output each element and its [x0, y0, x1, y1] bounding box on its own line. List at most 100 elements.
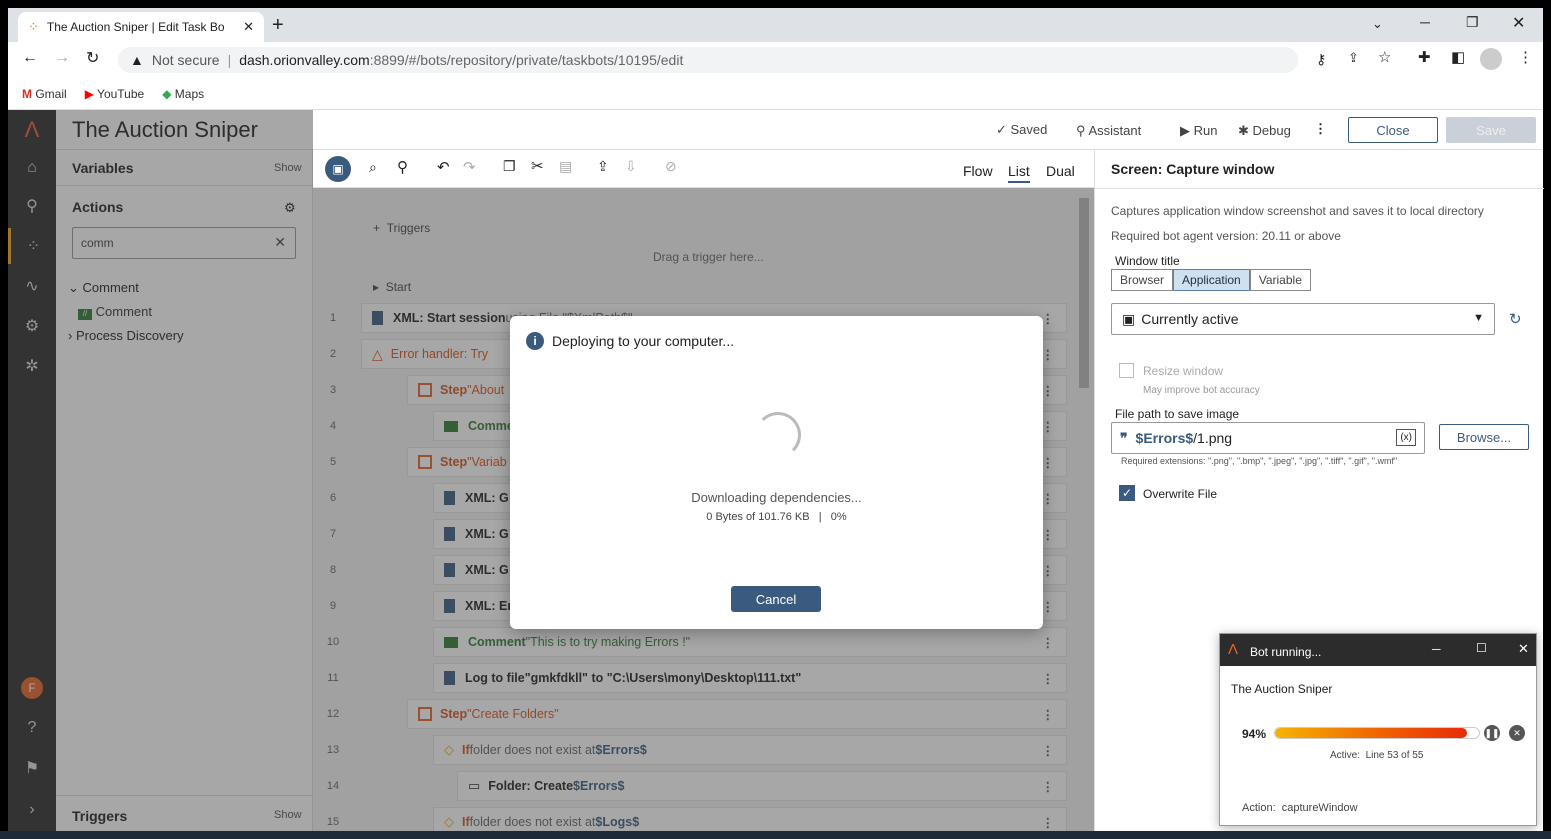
download-status: Downloading dependencies...: [691, 490, 862, 505]
dialog-title: Deploying to your computer...: [552, 333, 735, 349]
saved-status: ✓ Saved: [996, 122, 1048, 137]
bot-action: Action: captureWindow: [1242, 802, 1358, 814]
redo-icon[interactable]: ↷: [463, 158, 476, 176]
record-icon[interactable]: ▣: [325, 156, 351, 182]
bot-window-title: Bot running...: [1250, 645, 1322, 659]
seg-application[interactable]: Application: [1173, 269, 1250, 291]
quote-icon: ❞: [1120, 429, 1128, 446]
stop-icon[interactable]: ✕: [1509, 725, 1525, 741]
tab-flow[interactable]: Flow: [963, 163, 993, 179]
close-icon[interactable]: ✕: [1518, 641, 1529, 657]
assistant-icon: ⚲: [1076, 123, 1086, 138]
paste-icon[interactable]: ▤: [559, 158, 572, 175]
window-title-label: Window title: [1115, 254, 1180, 268]
save-button[interactable]: Save: [1446, 117, 1536, 143]
bug-icon: ✱: [1238, 123, 1249, 138]
window-type-segmented: Browser Application Variable: [1111, 269, 1311, 291]
seg-browser[interactable]: Browser: [1111, 269, 1174, 291]
bot-percent: 94%: [1242, 727, 1267, 741]
file-path-label: File path to save image: [1115, 407, 1240, 421]
window-icon: ▣: [1122, 310, 1136, 327]
tab-list[interactable]: List: [1008, 163, 1030, 183]
gmail-icon: M: [22, 86, 32, 101]
back-icon[interactable]: ←: [22, 49, 38, 67]
file-path-input[interactable]: ❞ $Errors$/1.png (x): [1111, 422, 1425, 454]
more-icon[interactable]: ⋮: [1314, 121, 1327, 137]
address-bar-row: ← → ↻ ▲ Not secure | dash.orionvalley.co…: [8, 42, 1543, 78]
find-icon[interactable]: ⌕: [369, 159, 377, 176]
bookmark-youtube[interactable]: ▶ YouTube: [85, 87, 145, 101]
modal-backdrop-left: [8, 110, 313, 839]
menu-icon[interactable]: ⋮: [1518, 48, 1533, 66]
profile-icon[interactable]: [1480, 48, 1502, 70]
overwrite-checkbox[interactable]: ✓: [1119, 485, 1135, 501]
reload-icon[interactable]: ↻: [86, 48, 99, 68]
tab-dual[interactable]: Dual: [1046, 163, 1075, 179]
bookmark-gmail[interactable]: M Gmail: [22, 87, 67, 101]
extensions-icon[interactable]: ✚: [1418, 48, 1431, 66]
import-icon[interactable]: ⇩: [625, 158, 637, 175]
maximize-icon[interactable]: ❐: [1466, 14, 1479, 31]
os-taskbar: [0, 831, 1551, 839]
insert-variable-button[interactable]: (x): [1396, 429, 1416, 446]
browser-tab-strip: ⁘ The Auction Sniper | Edit Task Bo ✕ + …: [8, 8, 1543, 42]
key-icon[interactable]: ⚷: [1316, 51, 1326, 68]
refresh-icon[interactable]: ↻: [1509, 310, 1522, 328]
minimize-icon[interactable]: ─: [1432, 642, 1441, 656]
bot-running-window: Λ Bot running... ─ ☐ ✕ The Auction Snipe…: [1219, 633, 1537, 826]
disable-icon[interactable]: ⊘: [665, 158, 677, 175]
star-icon[interactable]: ☆: [1378, 48, 1391, 66]
logo-icon: Λ: [1228, 641, 1239, 658]
window-close-icon[interactable]: ✕: [1512, 13, 1525, 33]
editor-toolbar: ▣ ⌕ ⚲ ↶ ↷ ❐ ✂ ▤ ⇪ ⇩ ⊘ Flow List Dual: [313, 150, 1094, 188]
bookmarks-bar: M Gmail ▶ YouTube ◆ Maps: [8, 78, 1543, 110]
new-tab-button[interactable]: +: [272, 14, 284, 37]
minimize-icon[interactable]: ─: [1420, 14, 1430, 30]
maximize-icon[interactable]: ☐: [1476, 641, 1487, 655]
browser-tab[interactable]: ⁘ The Auction Sniper | Edit Task Bo ✕: [18, 12, 264, 42]
cut-icon[interactable]: ✂: [531, 157, 544, 175]
maps-icon: ◆: [162, 86, 172, 101]
warning-icon: ▲: [130, 52, 144, 68]
tab-search-icon[interactable]: ⌄: [1372, 16, 1383, 32]
close-tab-icon[interactable]: ✕: [243, 19, 254, 35]
assistant-button[interactable]: ⚲ Assistant: [1076, 123, 1141, 139]
properties-title: Screen: Capture window: [1111, 161, 1275, 177]
pause-icon[interactable]: ❚❚: [1484, 725, 1500, 741]
app-favicon-icon: ⁘: [28, 19, 39, 34]
share-icon[interactable]: ⇪: [1348, 50, 1359, 66]
omnibox[interactable]: ▲ Not secure | dash.orionvalley.com :889…: [118, 47, 1326, 73]
bot-name: The Auction Sniper: [1231, 682, 1333, 696]
bot-progress-fill: [1275, 728, 1467, 738]
copy-icon[interactable]: ❐: [503, 158, 516, 175]
seg-variable[interactable]: Variable: [1249, 269, 1311, 291]
download-progress: 0 Bytes of 101.76 KB | 0%: [706, 511, 847, 523]
bot-active-line: Active: Line 53 of 55: [1330, 750, 1424, 761]
resize-label: Resize window: [1143, 364, 1224, 378]
export-icon[interactable]: ⇪: [597, 158, 609, 175]
cancel-button[interactable]: Cancel: [731, 586, 821, 612]
version-requirement: Required bot agent version: 20.11 or abo…: [1111, 229, 1341, 243]
sidepanel-icon[interactable]: ◧: [1451, 48, 1465, 66]
action-description: Captures application window screenshot a…: [1111, 204, 1484, 218]
run-button[interactable]: ▶ Run: [1180, 123, 1217, 139]
undo-icon[interactable]: ↶: [437, 158, 450, 176]
debug-button[interactable]: ✱ Debug: [1238, 123, 1291, 139]
loading-spinner-icon: [755, 412, 801, 458]
extensions-hint: Required extensions: ".png", ".bmp", ".j…: [1121, 456, 1398, 466]
forward-icon[interactable]: →: [54, 49, 70, 67]
url-host: dash.orionvalley.com: [239, 52, 370, 68]
play-icon: ▶: [1180, 123, 1190, 138]
resize-hint: May improve bot accuracy: [1143, 385, 1260, 396]
divider: [1095, 188, 1544, 189]
search-icon[interactable]: ⚲: [397, 158, 408, 176]
deploy-dialog: i Deploying to your computer... Download…: [510, 316, 1043, 629]
window-select[interactable]: ▣ Currently active ▼: [1111, 303, 1495, 335]
close-button[interactable]: Close: [1348, 117, 1438, 143]
bot-window-titlebar: Λ Bot running... ─ ☐ ✕: [1220, 634, 1536, 666]
info-icon: i: [526, 332, 544, 350]
bot-progress-bar: [1274, 727, 1480, 739]
resize-checkbox[interactable]: [1119, 363, 1134, 378]
browse-button[interactable]: Browse...: [1439, 424, 1529, 450]
bookmark-maps[interactable]: ◆ Maps: [162, 87, 204, 101]
